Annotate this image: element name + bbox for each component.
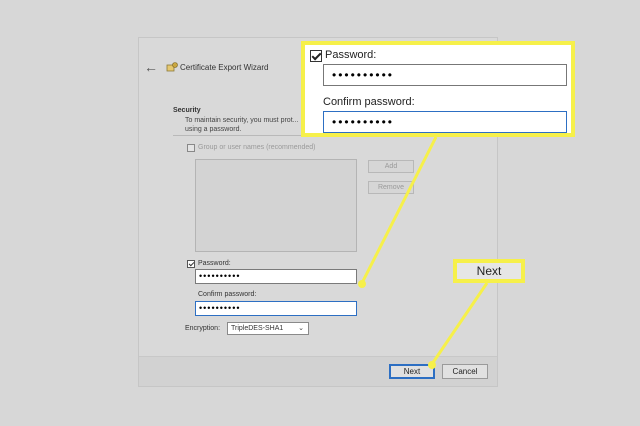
password-zoom-callout: Password: •••••••••• Confirm password: •… [301,41,575,137]
zoom-password-field: •••••••••• [323,64,567,86]
next-button-callout: Next [453,259,525,283]
zoom-confirm-field: •••••••••• [323,111,567,133]
zoom-password-label: Password: [325,49,377,61]
zoom-confirm-label: Confirm password: [323,96,415,108]
zoom-password-checkbox [310,50,322,62]
